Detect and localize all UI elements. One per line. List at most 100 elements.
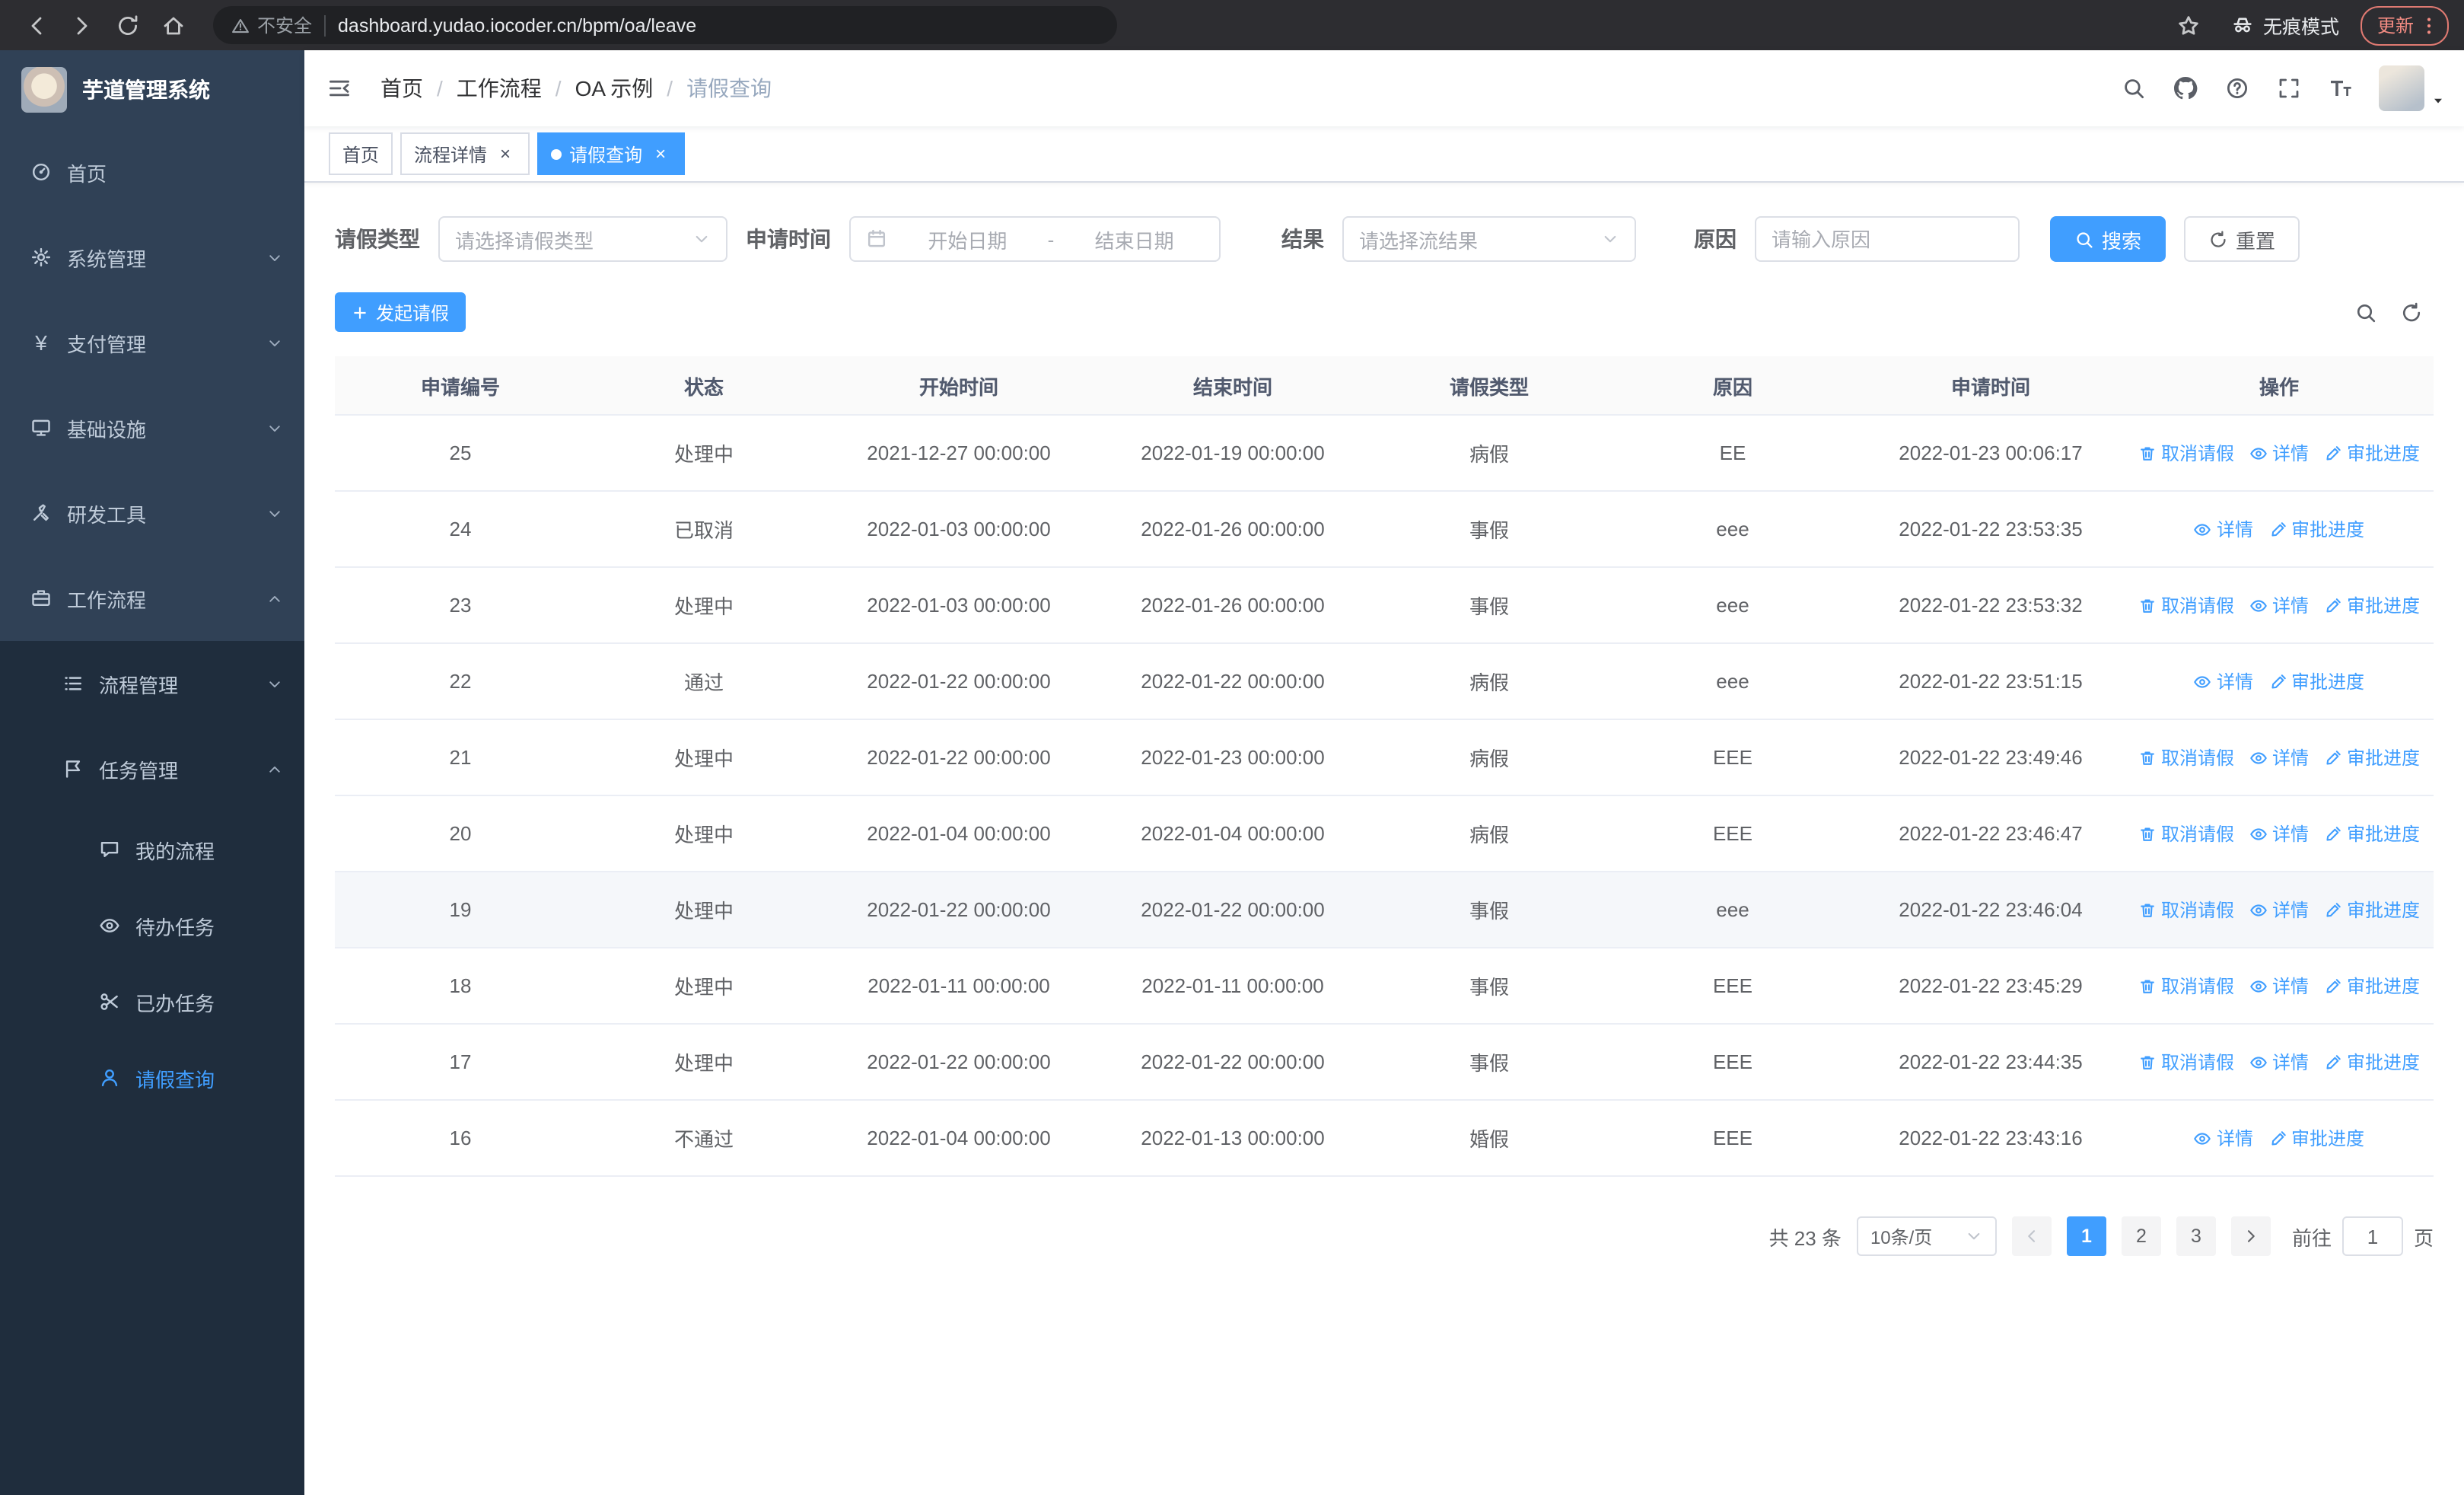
tab-close-icon[interactable]: × [495, 143, 516, 164]
action-progress-button[interactable]: 审批进度 [2324, 440, 2420, 466]
logo-image [21, 67, 67, 113]
help-button[interactable] [2211, 50, 2263, 126]
sidebar-item-done-tasks[interactable]: 已办任务 [0, 964, 304, 1040]
font-size-button[interactable] [2315, 50, 2367, 126]
page-button-1[interactable]: 1 [2066, 1216, 2106, 1256]
bookmark-star-icon[interactable] [2167, 4, 2210, 46]
security-chip[interactable]: 不安全 [231, 12, 312, 38]
result-select[interactable]: 请选择流结果 [1342, 216, 1636, 262]
page-button-2[interactable]: 2 [2121, 1216, 2161, 1256]
refresh-table-button[interactable] [2388, 289, 2434, 335]
yen-icon: ¥ [35, 330, 47, 355]
action-detail-button[interactable]: 详情 [2249, 821, 2309, 846]
cell-reason: EEE [1609, 948, 1857, 1025]
action-cancel-button[interactable]: 取消请假 [2138, 973, 2234, 999]
reason-input[interactable] [1755, 216, 2020, 262]
sidebar-item-leave-query[interactable]: 请假查询 [0, 1040, 304, 1116]
sidebar-item-todo-tasks[interactable]: 待办任务 [0, 888, 304, 964]
cell-reason: EEE [1609, 795, 1857, 872]
chevron-down-icon [692, 230, 711, 248]
tab-leave-query[interactable]: 请假查询 × [537, 132, 686, 175]
page-button-3[interactable]: 3 [2176, 1216, 2216, 1256]
browser-menu-update-button[interactable]: 更新 [2360, 5, 2449, 45]
tab-process-detail[interactable]: 流程详情 × [400, 132, 530, 175]
cell-applied: 2022-01-22 23:44:35 [1857, 1024, 2125, 1101]
browser-reload-button[interactable] [107, 4, 149, 46]
action-detail-button[interactable]: 详情 [2249, 592, 2309, 618]
calendar-icon [866, 228, 887, 250]
search-button[interactable]: 搜索 [2050, 216, 2166, 262]
sidebar-item-home[interactable]: 首页 [0, 129, 304, 215]
sidebar-item-task-management[interactable]: 任务管理 [0, 726, 304, 811]
action-progress-button[interactable]: 审批进度 [2268, 1125, 2364, 1151]
scissors-icon [97, 991, 122, 1012]
action-progress-button[interactable]: 审批进度 [2324, 592, 2420, 618]
action-label: 审批进度 [2347, 900, 2421, 921]
trash-icon [2138, 901, 2157, 919]
action-progress-button[interactable]: 审批进度 [2324, 821, 2420, 846]
sidebar-collapse-button[interactable] [314, 50, 365, 126]
next-page-button[interactable] [2230, 1216, 2271, 1256]
tab-close-icon[interactable]: × [650, 143, 671, 164]
page-size-select[interactable]: 10条/页 [1856, 1216, 1997, 1256]
toggle-search-button[interactable] [2342, 289, 2388, 335]
avatar-caret-icon [2431, 93, 2446, 108]
cell-end: 2022-01-11 00:00:00 [1096, 948, 1370, 1025]
action-progress-button[interactable]: 审批进度 [2324, 744, 2420, 770]
app-logo[interactable]: 芋道管理系统 [0, 50, 304, 129]
action-progress-button[interactable]: 审批进度 [2268, 668, 2364, 694]
action-label: 审批进度 [2291, 1128, 2365, 1149]
chevron-up-icon [266, 590, 283, 607]
sidebar-item-system[interactable]: 系统管理 [0, 215, 304, 300]
apply-time-range-picker[interactable]: 开始日期 - 结束日期 [849, 216, 1221, 262]
action-detail-button[interactable]: 详情 [2194, 1125, 2253, 1151]
tab-home[interactable]: 首页 [329, 132, 393, 175]
browser-back-button[interactable] [15, 4, 58, 46]
github-button[interactable] [2160, 50, 2211, 126]
user-avatar-menu[interactable] [2379, 65, 2446, 111]
action-detail-button[interactable]: 详情 [2249, 1049, 2309, 1075]
action-progress-button[interactable]: 审批进度 [2324, 897, 2420, 923]
breadcrumb: 首页 / 工作流程 / OA 示例 / 请假查询 [380, 73, 772, 104]
cell-status: 已取消 [586, 491, 822, 568]
browser-toolbar: 不安全 dashboard.yudao.iocoder.cn/bpm/oa/le… [0, 0, 2464, 50]
address-bar[interactable]: 不安全 dashboard.yudao.iocoder.cn/bpm/oa/le… [213, 6, 1117, 44]
action-cancel-button[interactable]: 取消请假 [2138, 440, 2234, 466]
action-cancel-button[interactable]: 取消请假 [2138, 592, 2234, 618]
user-icon [97, 1067, 122, 1089]
prev-page-button[interactable] [2011, 1216, 2052, 1256]
sidebar-item-workflow[interactable]: 工作流程 [0, 556, 304, 641]
action-label: 审批进度 [2291, 519, 2365, 540]
create-leave-button[interactable]: 发起请假 [335, 292, 466, 332]
action-detail-button[interactable]: 详情 [2249, 973, 2309, 999]
action-detail-button[interactable]: 详情 [2249, 440, 2309, 466]
browser-home-button[interactable] [152, 4, 195, 46]
action-cancel-button[interactable]: 取消请假 [2138, 744, 2234, 770]
leave-type-select[interactable]: 请选择请假类型 [438, 216, 727, 262]
active-tab-dot-icon [551, 148, 562, 159]
reset-button[interactable]: 重置 [2184, 216, 2300, 262]
table-row: 18 处理中 2022-01-11 00:00:00 2022-01-11 00:00… [335, 948, 2434, 1025]
action-progress-button[interactable]: 审批进度 [2324, 1049, 2420, 1075]
sidebar-item-devtools[interactable]: 研发工具 [0, 470, 304, 556]
action-cancel-button[interactable]: 取消请假 [2138, 1049, 2234, 1075]
sidebar-item-payment[interactable]: ¥ 支付管理 [0, 300, 304, 385]
action-progress-button[interactable]: 审批进度 [2268, 516, 2364, 542]
action-cancel-button[interactable]: 取消请假 [2138, 897, 2234, 923]
action-progress-button[interactable]: 审批进度 [2324, 973, 2420, 999]
goto-page-input[interactable] [2341, 1216, 2403, 1256]
browser-forward-button[interactable] [61, 4, 103, 46]
goto-label: 前往 [2291, 1226, 2332, 1249]
filter-apply-time: 申请时间 开始日期 - 结束日期 [746, 216, 1221, 262]
action-cancel-button[interactable]: 取消请假 [2138, 821, 2234, 846]
fullscreen-button[interactable] [2263, 50, 2315, 126]
sidebar-item-process-management[interactable]: 流程管理 [0, 641, 304, 726]
sidebar-item-my-process[interactable]: 我的流程 [0, 811, 304, 888]
action-detail-button[interactable]: 详情 [2194, 668, 2253, 694]
sidebar-item-infrastructure[interactable]: 基础设施 [0, 385, 304, 470]
header-search-button[interactable] [2108, 50, 2160, 126]
action-detail-button[interactable]: 详情 [2194, 516, 2253, 542]
action-detail-button[interactable]: 详情 [2249, 744, 2309, 770]
action-label: 审批进度 [2347, 748, 2421, 769]
action-detail-button[interactable]: 详情 [2249, 897, 2309, 923]
